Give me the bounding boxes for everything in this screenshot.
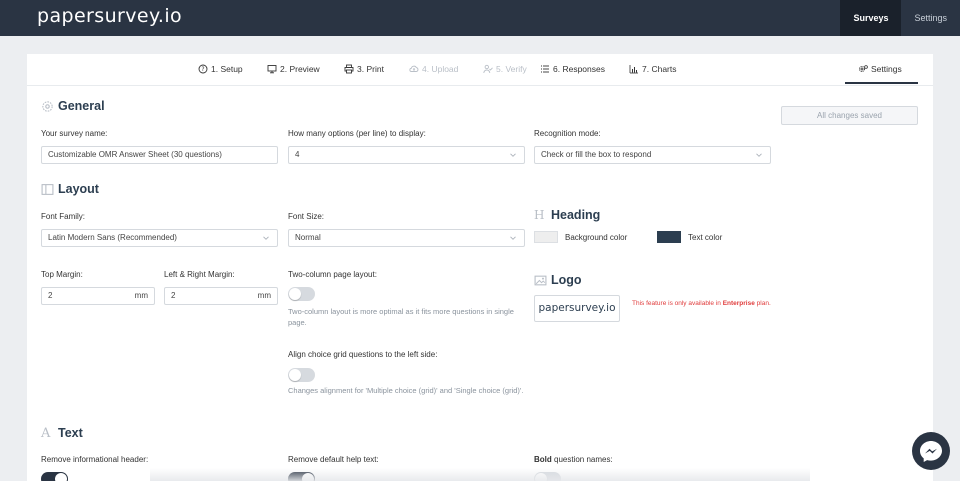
bar-chart-icon [629, 65, 638, 74]
bold-question-names-label: Bold question names: [534, 455, 613, 464]
all-changes-saved-button[interactable]: All changes saved [781, 106, 918, 125]
gear-icon [42, 100, 53, 112]
background-color-swatch[interactable] [534, 231, 558, 243]
align-grid-help: Changes alignment for 'Multiple choice (… [288, 386, 524, 395]
align-grid-toggle[interactable] [288, 368, 315, 382]
survey-name-input[interactable]: Customizable OMR Answer Sheet (30 questi… [41, 146, 278, 164]
two-column-help: Two-column layout is more optimal as it … [288, 307, 514, 327]
gears-icon [859, 65, 868, 72]
tab-settings[interactable]: Settings [845, 64, 918, 84]
chevron-down-icon [510, 153, 516, 157]
help-circle-icon: ? [198, 64, 208, 74]
font-size-label: Font Size: [288, 212, 325, 221]
cloud-upload-icon [409, 65, 419, 72]
lr-margin-unit: mm [257, 291, 271, 300]
text-title-text: Text [58, 426, 83, 440]
tab-settings-label: Settings [871, 64, 902, 74]
heading-icon: H [534, 207, 545, 222]
lr-margin-input[interactable]: 2 mm [164, 287, 278, 305]
bottom-fade [150, 468, 810, 481]
bold-word: Bold [534, 455, 552, 464]
top-margin-unit: mm [134, 291, 148, 300]
remove-header-label: Remove informational header: [41, 455, 149, 464]
section-text-title: A Text [41, 426, 83, 440]
two-column-label: Two-column page layout: [288, 270, 377, 279]
top-margin-input[interactable]: 2 mm [41, 287, 155, 305]
top-margin-label: Top Margin: [41, 270, 83, 279]
options-per-line-label: How many options (per line) to display: [288, 129, 426, 138]
lr-margin-value: 2 [171, 291, 176, 300]
section-logo-title: Logo [534, 273, 582, 287]
options-per-line-value: 4 [295, 150, 300, 159]
tab-responses[interactable]: 6. Responses [540, 64, 605, 74]
tab-charts-label: 7. Charts [642, 64, 677, 74]
survey-name-label: Your survey name: [41, 129, 108, 138]
user-check-icon [483, 64, 493, 74]
list-icon [541, 65, 549, 73]
tab-print[interactable]: 3. Print [344, 64, 384, 74]
enterprise-only-note: This feature is only available in Enterp… [632, 299, 782, 308]
font-family-select[interactable]: Latin Modern Sans (Recommended) [41, 229, 278, 247]
svg-text:?: ? [201, 66, 204, 73]
tab-upload-label: 4. Upload [422, 64, 459, 74]
chevron-down-icon [756, 153, 762, 157]
remove-help-label: Remove default help text: [288, 455, 379, 464]
two-column-toggle[interactable] [288, 287, 315, 301]
align-grid-label: Align choice grid questions to the left … [288, 350, 438, 359]
messenger-icon [920, 441, 942, 462]
bold-label-rest: question names: [551, 455, 613, 464]
recognition-mode-select[interactable]: Check or fill the box to respond [534, 146, 771, 164]
top-margin-value: 2 [48, 291, 53, 300]
recognition-mode-value: Check or fill the box to respond [541, 150, 652, 159]
general-title-text: General [58, 99, 105, 113]
tab-responses-label: 6. Responses [553, 64, 605, 74]
enterprise-note-prefix: This feature is only available in [632, 300, 723, 307]
tab-verify[interactable]: 5. Verify [483, 64, 527, 74]
heading-title-text: Heading [551, 208, 601, 222]
text-color-label: Text color [688, 233, 723, 242]
nav-surveys[interactable]: Surveys [840, 0, 902, 36]
tab-charts[interactable]: 7. Charts [629, 64, 677, 74]
top-nav: Surveys Settings [840, 0, 960, 36]
columns-icon [41, 183, 54, 195]
font-size-value: Normal [295, 233, 321, 242]
font-icon: A [41, 425, 51, 441]
top-navbar: papersurvey.io Surveys Settings [0, 0, 960, 36]
options-per-line-select[interactable]: 4 [288, 146, 525, 164]
tab-preview[interactable]: 2. Preview [267, 64, 320, 74]
tab-preview-label: 2. Preview [280, 64, 320, 74]
logo-preview[interactable]: papersurvey.io [534, 295, 620, 322]
lr-margin-label: Left & Right Margin: [164, 270, 235, 279]
chevron-down-icon [510, 236, 516, 240]
tab-print-label: 3. Print [357, 64, 384, 74]
nav-settings[interactable]: Settings [901, 0, 960, 36]
image-icon [534, 275, 547, 285]
section-general-title: General [41, 99, 105, 113]
enterprise-note-suffix: plan. [754, 300, 771, 307]
enterprise-plan-link[interactable]: Enterprise [723, 300, 755, 307]
wizard-tabs: ? 1. Setup 2. Preview 3. Print 4. Upload… [27, 54, 933, 86]
font-family-label: Font Family: [41, 212, 86, 221]
tab-upload[interactable]: 4. Upload [409, 64, 458, 74]
font-family-value: Latin Modern Sans (Recommended) [48, 233, 177, 242]
survey-settings-card: ? 1. Setup 2. Preview 3. Print 4. Upload… [27, 54, 933, 481]
font-size-select[interactable]: Normal [288, 229, 525, 247]
background-color-label: Background color [565, 233, 628, 242]
section-layout-title: Layout [41, 182, 99, 196]
monitor-icon [267, 65, 277, 74]
text-color-swatch[interactable] [657, 231, 681, 243]
tab-verify-label: 5. Verify [496, 64, 527, 74]
messenger-chat-button[interactable] [912, 432, 950, 470]
logo-title-text: Logo [551, 273, 582, 287]
remove-header-toggle[interactable] [41, 472, 68, 481]
app-logo[interactable]: papersurvey.io [37, 5, 182, 27]
tab-setup-label: 1. Setup [211, 64, 243, 74]
section-heading-title: H Heading [534, 208, 600, 222]
layout-title-text: Layout [58, 182, 99, 196]
printer-icon [344, 64, 354, 74]
recognition-mode-label: Recognition mode: [534, 129, 601, 138]
tab-setup[interactable]: ? 1. Setup [198, 64, 243, 74]
chevron-down-icon [263, 236, 269, 240]
